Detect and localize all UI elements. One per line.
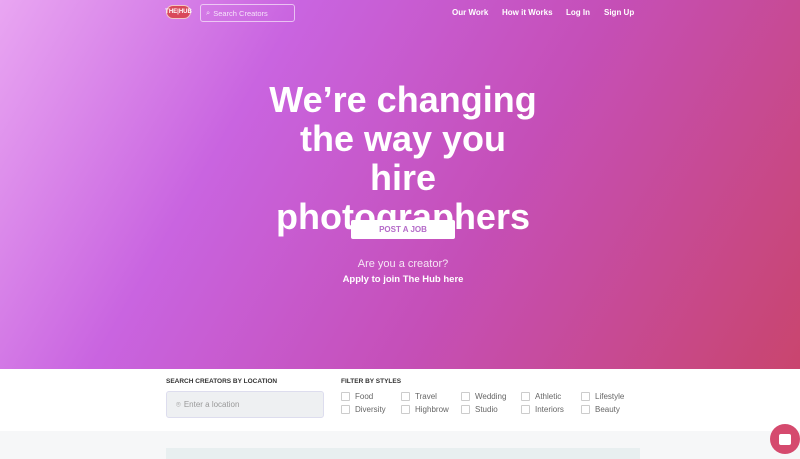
search-icon: ⌕ — [206, 8, 211, 17]
checkbox-label: Travel — [415, 392, 437, 401]
creator-question: Are you a creator? — [357, 258, 449, 270]
chat-button[interactable] — [770, 424, 800, 454]
checkbox[interactable] — [581, 405, 590, 414]
location-label: SEARCH CREATORS BY LOCATION — [166, 378, 278, 385]
checkbox-label: Beauty — [595, 405, 620, 414]
style-checkbox-lifestyle[interactable]: Lifestyle — [581, 392, 624, 401]
nav-how-it-works[interactable]: How it Works — [502, 8, 553, 17]
checkbox[interactable] — [521, 392, 530, 401]
checkbox-label: Lifestyle — [595, 392, 625, 401]
checkbox[interactable] — [461, 392, 470, 401]
search-placeholder: Search Creators — [213, 8, 268, 18]
checkbox[interactable] — [341, 405, 350, 414]
checkbox[interactable] — [341, 392, 350, 401]
checkbox-label: Athletic — [535, 392, 562, 401]
style-checkbox-interiors[interactable]: Interiors — [521, 405, 564, 414]
style-checkbox-food[interactable]: Food — [341, 392, 373, 401]
apply-link[interactable]: Apply to join The Hub here — [0, 274, 800, 285]
checkbox[interactable] — [401, 405, 410, 414]
checkbox[interactable] — [461, 405, 470, 414]
checkbox-label: Wedding — [475, 392, 507, 401]
nav-log-in[interactable]: Log In — [566, 8, 590, 17]
checkbox-label: Diversity — [355, 405, 386, 414]
checkbox-label: Food — [355, 392, 374, 401]
style-checkbox-travel[interactable]: Travel — [401, 392, 437, 401]
styles-label: FILTER BY STYLES — [341, 378, 402, 385]
chat-icon — [779, 433, 791, 445]
style-checkbox-highbrow[interactable]: Highbrow — [401, 405, 449, 414]
location-pin-icon: ⌾ — [176, 399, 181, 409]
style-checkbox-beauty[interactable]: Beauty — [581, 405, 620, 414]
nav-sign-up[interactable]: Sign Up — [604, 8, 634, 17]
style-checkbox-athletic[interactable]: Athletic — [521, 392, 561, 401]
checkbox-label: Interiors — [535, 405, 564, 414]
style-checkbox-wedding[interactable]: Wedding — [461, 392, 506, 401]
checkbox[interactable] — [401, 392, 410, 401]
hero-title: We’re changing the way you hire photogra… — [269, 79, 537, 237]
location-input[interactable]: ⌾ Enter a location — [166, 391, 324, 418]
checkbox[interactable] — [521, 405, 530, 414]
logo[interactable]: THE|HUB — [165, 5, 192, 19]
nav-our-work[interactable]: Our Work — [452, 8, 488, 17]
post-job-button[interactable]: POST A JOB — [351, 220, 455, 239]
search-creators-input[interactable]: ⌕ Search Creators — [200, 4, 295, 22]
checkbox-label: Studio — [475, 405, 498, 414]
content-panel — [166, 448, 640, 459]
checkbox[interactable] — [581, 392, 590, 401]
location-placeholder: Enter a location — [183, 400, 240, 409]
style-checkbox-studio[interactable]: Studio — [461, 405, 498, 414]
checkbox-label: Highbrow — [415, 405, 449, 414]
style-checkbox-diversity[interactable]: Diversity — [341, 405, 386, 414]
